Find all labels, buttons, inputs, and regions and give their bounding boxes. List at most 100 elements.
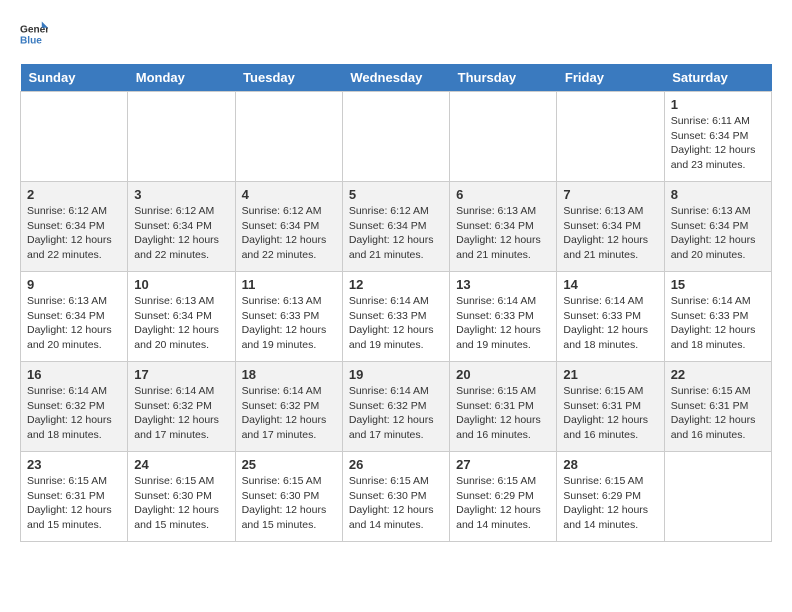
day-number: 4	[242, 187, 336, 202]
cell-text: Sunrise: 6:15 AM Sunset: 6:30 PM Dayligh…	[242, 474, 336, 533]
day-number: 17	[134, 367, 228, 382]
cell-text: Sunrise: 6:15 AM Sunset: 6:29 PM Dayligh…	[456, 474, 550, 533]
day-number: 13	[456, 277, 550, 292]
cell-text: Sunrise: 6:14 AM Sunset: 6:33 PM Dayligh…	[349, 294, 443, 353]
cell-text: Sunrise: 6:15 AM Sunset: 6:29 PM Dayligh…	[563, 474, 657, 533]
day-number: 9	[27, 277, 121, 292]
logo: General Blue	[20, 20, 48, 48]
cell-text: Sunrise: 6:14 AM Sunset: 6:32 PM Dayligh…	[27, 384, 121, 443]
day-header-thursday: Thursday	[450, 64, 557, 92]
day-number: 12	[349, 277, 443, 292]
day-number: 3	[134, 187, 228, 202]
calendar-cell: 17 Sunrise: 6:14 AM Sunset: 6:32 PM Dayli…	[128, 362, 235, 452]
cell-text: Sunrise: 6:15 AM Sunset: 6:31 PM Dayligh…	[27, 474, 121, 533]
calendar-cell: 28 Sunrise: 6:15 AM Sunset: 6:29 PM Dayli…	[557, 452, 664, 542]
calendar-cell: 20 Sunrise: 6:15 AM Sunset: 6:31 PM Dayli…	[450, 362, 557, 452]
day-number: 19	[349, 367, 443, 382]
day-number: 10	[134, 277, 228, 292]
calendar-cell: 6Sunrise: 6:13 AM Sunset: 6:34 PM Daylig…	[450, 182, 557, 272]
calendar-cell: 4 Sunrise: 6:12 AM Sunset: 6:34 PM Daylig…	[235, 182, 342, 272]
logo-icon: General Blue	[20, 20, 48, 48]
calendar-cell: 3 Sunrise: 6:12 AM Sunset: 6:34 PM Daylig…	[128, 182, 235, 272]
calendar-cell: 7Sunrise: 6:13 AM Sunset: 6:34 PM Daylig…	[557, 182, 664, 272]
day-header-friday: Friday	[557, 64, 664, 92]
week-row-3: 9 Sunrise: 6:13 AM Sunset: 6:34 PM Daylig…	[21, 272, 772, 362]
day-number: 28	[563, 457, 657, 472]
week-row-5: 23Sunrise: 6:15 AM Sunset: 6:31 PM Dayli…	[21, 452, 772, 542]
calendar-cell	[450, 92, 557, 182]
calendar-table: SundayMondayTuesdayWednesdayThursdayFrid…	[20, 64, 772, 542]
cell-text: Sunrise: 6:13 AM Sunset: 6:34 PM Dayligh…	[671, 204, 765, 263]
calendar-cell: 25 Sunrise: 6:15 AM Sunset: 6:30 PM Dayli…	[235, 452, 342, 542]
cell-text: Sunrise: 6:11 AM Sunset: 6:34 PM Dayligh…	[671, 114, 765, 173]
cell-text: Sunrise: 6:12 AM Sunset: 6:34 PM Dayligh…	[242, 204, 336, 263]
calendar-cell	[342, 92, 449, 182]
calendar-cell	[235, 92, 342, 182]
cell-text: Sunrise: 6:14 AM Sunset: 6:33 PM Dayligh…	[563, 294, 657, 353]
calendar-cell: 22 Sunrise: 6:15 AM Sunset: 6:31 PM Dayli…	[664, 362, 771, 452]
day-number: 26	[349, 457, 443, 472]
cell-text: Sunrise: 6:12 AM Sunset: 6:34 PM Dayligh…	[349, 204, 443, 263]
calendar-cell: 8 Sunrise: 6:13 AM Sunset: 6:34 PM Daylig…	[664, 182, 771, 272]
calendar-cell: 14 Sunrise: 6:14 AM Sunset: 6:33 PM Dayli…	[557, 272, 664, 362]
calendar-cell: 15 Sunrise: 6:14 AM Sunset: 6:33 PM Dayli…	[664, 272, 771, 362]
day-number: 24	[134, 457, 228, 472]
day-number: 5	[349, 187, 443, 202]
calendar-cell	[21, 92, 128, 182]
calendar-cell: 19 Sunrise: 6:14 AM Sunset: 6:32 PM Dayli…	[342, 362, 449, 452]
calendar-cell: 18 Sunrise: 6:14 AM Sunset: 6:32 PM Dayli…	[235, 362, 342, 452]
calendar-cell: 21 Sunrise: 6:15 AM Sunset: 6:31 PM Dayli…	[557, 362, 664, 452]
cell-text: Sunrise: 6:14 AM Sunset: 6:33 PM Dayligh…	[671, 294, 765, 353]
day-number: 1	[671, 97, 765, 112]
cell-text: Sunrise: 6:14 AM Sunset: 6:32 PM Dayligh…	[134, 384, 228, 443]
day-number: 6	[456, 187, 550, 202]
cell-text: Sunrise: 6:15 AM Sunset: 6:31 PM Dayligh…	[456, 384, 550, 443]
day-number: 11	[242, 277, 336, 292]
day-number: 2	[27, 187, 121, 202]
calendar-cell: 13 Sunrise: 6:14 AM Sunset: 6:33 PM Dayli…	[450, 272, 557, 362]
calendar-cell: 24 Sunrise: 6:15 AM Sunset: 6:30 PM Dayli…	[128, 452, 235, 542]
day-number: 21	[563, 367, 657, 382]
day-number: 20	[456, 367, 550, 382]
calendar-cell: 16 Sunrise: 6:14 AM Sunset: 6:32 PM Dayli…	[21, 362, 128, 452]
cell-text: Sunrise: 6:13 AM Sunset: 6:33 PM Dayligh…	[242, 294, 336, 353]
cell-text: Sunrise: 6:14 AM Sunset: 6:33 PM Dayligh…	[456, 294, 550, 353]
calendar-cell	[128, 92, 235, 182]
day-number: 22	[671, 367, 765, 382]
calendar-cell: 12 Sunrise: 6:14 AM Sunset: 6:33 PM Dayli…	[342, 272, 449, 362]
cell-text: Sunrise: 6:15 AM Sunset: 6:31 PM Dayligh…	[563, 384, 657, 443]
day-number: 15	[671, 277, 765, 292]
cell-text: Sunrise: 6:15 AM Sunset: 6:30 PM Dayligh…	[134, 474, 228, 533]
calendar-cell: 23Sunrise: 6:15 AM Sunset: 6:31 PM Dayli…	[21, 452, 128, 542]
day-number: 25	[242, 457, 336, 472]
cell-text: Sunrise: 6:15 AM Sunset: 6:31 PM Dayligh…	[671, 384, 765, 443]
day-number: 18	[242, 367, 336, 382]
cell-text: Sunrise: 6:15 AM Sunset: 6:30 PM Dayligh…	[349, 474, 443, 533]
cell-text: Sunrise: 6:12 AM Sunset: 6:34 PM Dayligh…	[134, 204, 228, 263]
cell-text: Sunrise: 6:12 AM Sunset: 6:34 PM Dayligh…	[27, 204, 121, 263]
day-number: 14	[563, 277, 657, 292]
calendar-cell: 1 Sunrise: 6:11 AM Sunset: 6:34 PM Daylig…	[664, 92, 771, 182]
cell-text: Sunrise: 6:13 AM Sunset: 6:34 PM Dayligh…	[134, 294, 228, 353]
week-row-2: 2 Sunrise: 6:12 AM Sunset: 6:34 PM Daylig…	[21, 182, 772, 272]
calendar-cell	[664, 452, 771, 542]
calendar-cell: 10 Sunrise: 6:13 AM Sunset: 6:34 PM Dayli…	[128, 272, 235, 362]
cell-text: Sunrise: 6:13 AM Sunset: 6:34 PM Dayligh…	[27, 294, 121, 353]
cell-text: Sunrise: 6:14 AM Sunset: 6:32 PM Dayligh…	[349, 384, 443, 443]
calendar-cell: 5 Sunrise: 6:12 AM Sunset: 6:34 PM Daylig…	[342, 182, 449, 272]
day-header-wednesday: Wednesday	[342, 64, 449, 92]
day-number: 27	[456, 457, 550, 472]
day-header-monday: Monday	[128, 64, 235, 92]
calendar-cell: 2 Sunrise: 6:12 AM Sunset: 6:34 PM Daylig…	[21, 182, 128, 272]
day-header-saturday: Saturday	[664, 64, 771, 92]
day-header-sunday: Sunday	[21, 64, 128, 92]
week-row-4: 16 Sunrise: 6:14 AM Sunset: 6:32 PM Dayli…	[21, 362, 772, 452]
cell-text: Sunrise: 6:14 AM Sunset: 6:32 PM Dayligh…	[242, 384, 336, 443]
calendar-cell	[557, 92, 664, 182]
svg-text:Blue: Blue	[20, 35, 42, 46]
day-number: 8	[671, 187, 765, 202]
day-number: 16	[27, 367, 121, 382]
day-header-tuesday: Tuesday	[235, 64, 342, 92]
calendar-cell: 9 Sunrise: 6:13 AM Sunset: 6:34 PM Daylig…	[21, 272, 128, 362]
calendar-cell: 11 Sunrise: 6:13 AM Sunset: 6:33 PM Dayli…	[235, 272, 342, 362]
